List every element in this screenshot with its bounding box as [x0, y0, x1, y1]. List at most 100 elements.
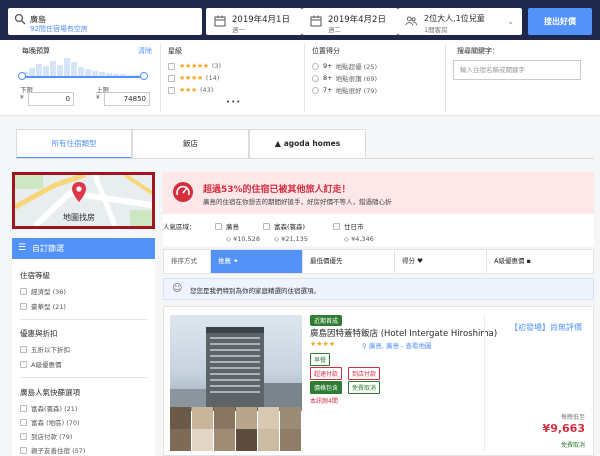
checkout-day: 週二: [328, 26, 341, 34]
checkbox[interactable]: [20, 287, 27, 295]
location-filter-9[interactable]: 9+ 地點超優 (25): [312, 61, 377, 71]
filter-option[interactable]: 富森 (地區) (70): [20, 417, 80, 427]
filter-option[interactable]: 到店付款 (79): [20, 431, 72, 441]
rooms-left-text: 本訊剛4間: [310, 398, 338, 405]
divider: [20, 377, 147, 378]
hotel-star-rating-icon: ★★★★: [310, 340, 336, 348]
sort-recommended[interactable]: 推薦 ✦: [210, 250, 302, 273]
hotel-price[interactable]: ¥9,663: [543, 422, 585, 435]
hotel-name[interactable]: 廣島因特蓋特飯店 (Hotel Intergate Hiroshima): [310, 327, 497, 339]
map-search-widget[interactable]: 地圖找房: [12, 172, 155, 229]
checkbox[interactable]: [168, 86, 175, 94]
thumbnail[interactable]: [236, 429, 257, 451]
min-price-input[interactable]: 0: [28, 92, 74, 106]
thumbnail[interactable]: [170, 407, 191, 429]
thumbnail[interactable]: [236, 407, 257, 429]
checkbox[interactable]: [333, 222, 340, 230]
location-filter-8[interactable]: 8+ 地點很讚 (69): [312, 73, 377, 83]
checkbox[interactable]: [20, 432, 27, 440]
checkbox[interactable]: [263, 222, 270, 230]
destination-field[interactable]: 廣島 92間住宿場有空房: [8, 8, 202, 35]
price-min-handle[interactable]: [18, 72, 26, 80]
star-filter-4[interactable]: ★★★★ (14): [168, 73, 219, 83]
occupancy-field[interactable]: 2位大人,1位兒童 1間客房 ⌄: [398, 8, 522, 35]
checkout-field[interactable]: 2019年4月2日 週二: [302, 8, 398, 35]
urgency-alert: 超過53%的住宿已被其他旅人訂走！ 廣島的住宿在你想去的期間好搶手，好房好價不等…: [163, 172, 594, 214]
calendar-icon: [214, 15, 226, 27]
popular-area-item[interactable]: 富森(寰森) ◇ ¥21,135: [263, 221, 308, 243]
location-filter-title: 位置得分: [312, 47, 340, 55]
filter-option[interactable]: 富森(寰森) (21): [20, 403, 77, 413]
location-score-text: 地點很好 (79): [335, 87, 378, 95]
people-icon: [405, 16, 417, 26]
location-pin-icon: ⚲: [362, 342, 369, 350]
radio-button[interactable]: [312, 62, 319, 70]
clear-budget-link[interactable]: 清除: [138, 46, 152, 56]
radio-button[interactable]: [312, 74, 319, 82]
property-type-tabs: 所有住宿類型 飯店 ▲ agoda homes: [16, 129, 366, 159]
location-filter-7[interactable]: 7+ 地點很好 (79): [312, 85, 377, 95]
filter-option[interactable]: 經濟型 (36): [20, 286, 66, 296]
pay-at-hotel-tag: 到店付款: [348, 367, 381, 380]
thumbnail[interactable]: [280, 407, 301, 429]
max-price-input[interactable]: 74850: [104, 92, 150, 106]
thumbnail[interactable]: [258, 429, 279, 451]
custom-filter-title: 自訂篩選: [32, 244, 64, 253]
radio-button[interactable]: [312, 86, 319, 94]
star-filter-5[interactable]: ★★★★★ (3): [168, 61, 221, 71]
price-max-handle[interactable]: [140, 72, 148, 80]
star-count: (3): [211, 62, 222, 70]
keyword-search-input[interactable]: 輸入住宿名稱或關鍵字: [453, 60, 581, 80]
star-rating-icon: ★★★★: [179, 74, 203, 82]
tab-hotels[interactable]: 飯店: [132, 129, 249, 159]
filter-option[interactable]: 五折以下折扣: [20, 344, 70, 354]
sort-deals[interactable]: A級優惠價 ▪: [486, 250, 593, 273]
keyword-filter-title: 搜尋關鍵字：: [457, 47, 499, 55]
checkbox[interactable]: [168, 74, 175, 82]
star-filter-title: 星級: [168, 47, 182, 55]
filter-option-label: 富森(寰森) (21): [31, 405, 78, 413]
hotel-main-photo[interactable]: [170, 315, 302, 411]
tab-agoda-homes[interactable]: ▲ agoda homes: [249, 129, 366, 159]
sort-bar: 排序方式 推薦 ✦ 最低價優先 得分 ♥ A級優惠價 ▪: [163, 249, 594, 274]
checkbox[interactable]: [20, 446, 27, 454]
filter-option-label: 富森 (地區) (70): [31, 419, 80, 427]
filter-option[interactable]: A級優惠價: [20, 359, 61, 369]
hotel-card[interactable]: 近期首成 廣島因特蓋特飯店 (Hotel Intergate Hiroshima…: [163, 306, 594, 456]
checkbox[interactable]: [168, 62, 175, 70]
checkbox[interactable]: [20, 418, 27, 426]
divider: [445, 44, 446, 112]
star-filter-3[interactable]: ★★★ (43): [168, 85, 213, 95]
thumbnail[interactable]: [192, 429, 213, 451]
popular-areas-label: 人氣區域：: [163, 223, 196, 231]
price-includes-tag: 價格包含: [310, 381, 343, 394]
filter-option[interactable]: 豪華型 (21): [20, 301, 66, 311]
checkbox[interactable]: [20, 302, 27, 310]
thumbnail[interactable]: [192, 407, 213, 429]
checkin-field[interactable]: 2019年4月1日 週一: [206, 8, 302, 35]
checkbox[interactable]: [20, 345, 27, 353]
more-stars-toggle[interactable]: •••: [226, 98, 241, 106]
checkbox[interactable]: [20, 404, 27, 412]
star-count: (14): [205, 74, 220, 82]
checkbox[interactable]: [20, 360, 27, 368]
thumbnail[interactable]: [214, 429, 235, 451]
filter-option[interactable]: 親子友善住宿 (57): [20, 445, 85, 455]
sort-rating[interactable]: 得分 ♥: [394, 250, 486, 273]
star-rating-icon: ★★★★★: [179, 62, 209, 70]
popular-area-item[interactable]: 廿日市 ◇ ¥4,346: [333, 221, 374, 243]
tab-all-types[interactable]: 所有住宿類型: [16, 129, 132, 159]
filter-option-label: A級優惠價: [31, 361, 62, 369]
thumbnail[interactable]: [214, 407, 235, 429]
popular-area-item[interactable]: 廣島 ◇ ¥10,528: [215, 221, 260, 243]
checkbox[interactable]: [215, 222, 222, 230]
location-score: 8+: [323, 74, 333, 82]
hotel-location-link[interactable]: ⚲ 廣島, 廣島 - 查看地圖: [362, 340, 431, 350]
thumbnail[interactable]: [280, 429, 301, 451]
search-button[interactable]: 搜出好價: [528, 8, 592, 35]
hotel-location-text: 廣島, 廣島 - 查看地圖: [368, 342, 432, 350]
thumbnail[interactable]: [170, 429, 191, 451]
family-notice: ☺ 您您是我們特別為你的家庭精選的住宿選項。: [163, 278, 594, 300]
sort-lowest-price[interactable]: 最低價優先: [302, 250, 394, 273]
thumbnail[interactable]: [258, 407, 279, 429]
